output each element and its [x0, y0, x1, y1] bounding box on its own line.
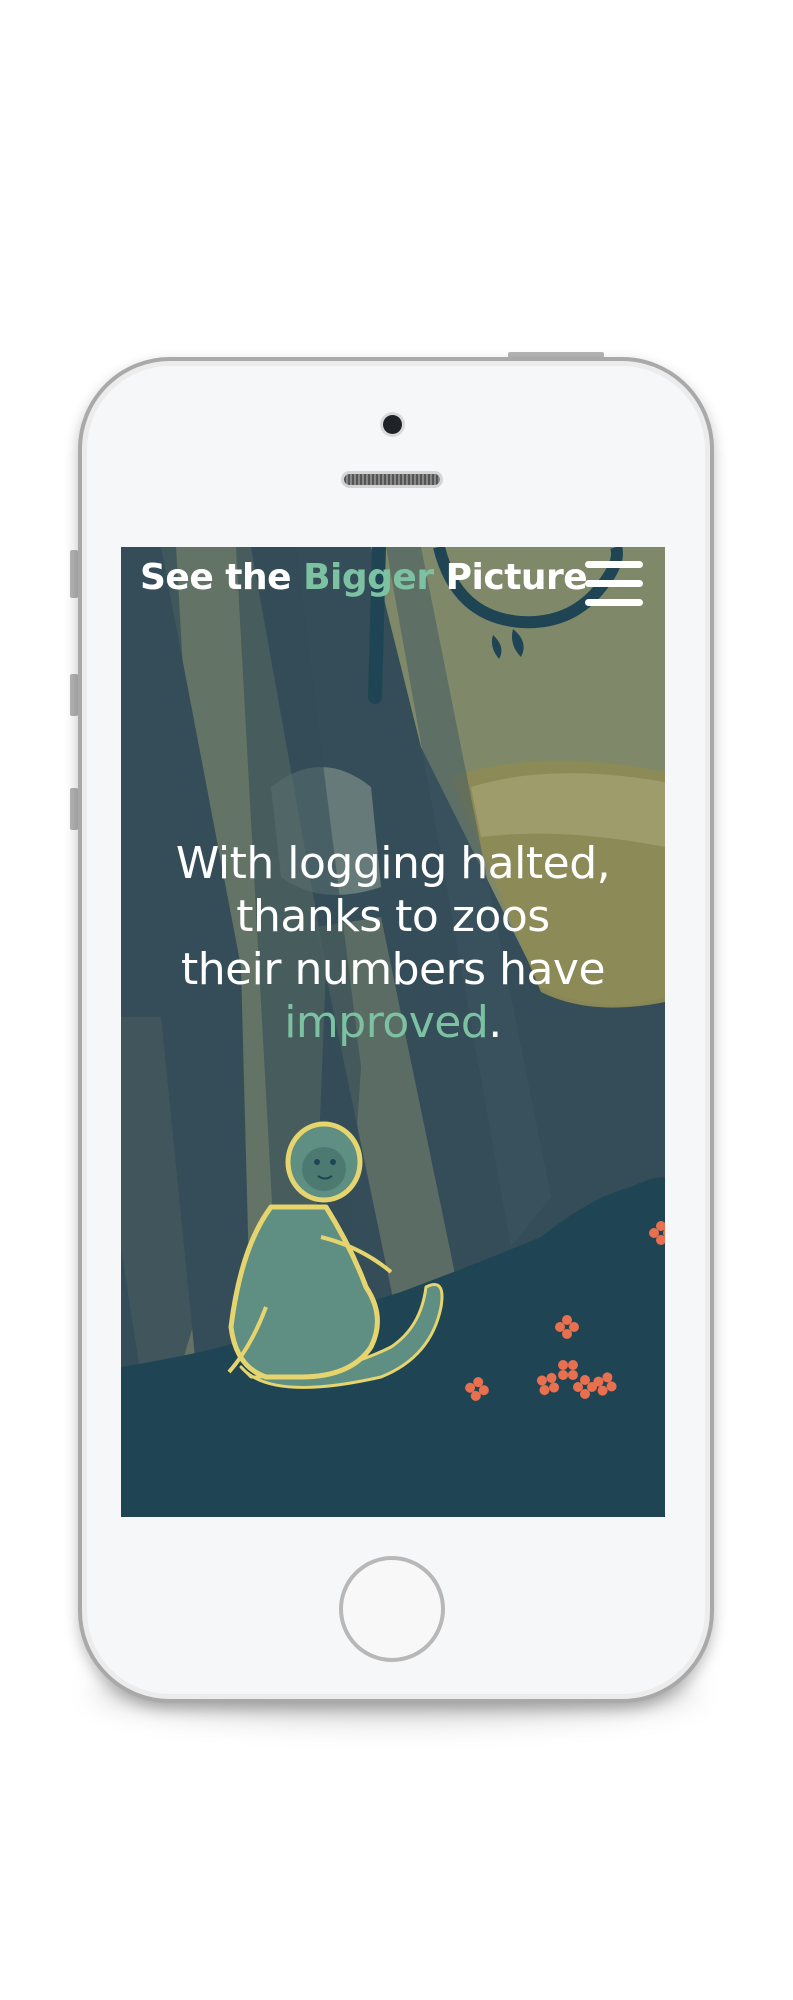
screen: See the Bigger Picture With logging halt… [121, 547, 665, 1517]
headline-line-3: their numbers have [180, 944, 606, 995]
title-part-2: Picture [433, 557, 588, 598]
headline-line-1: With logging halted, [175, 838, 611, 889]
speaker-grille [344, 474, 440, 485]
title-part-1: See the [140, 557, 304, 598]
mute-switch [70, 550, 78, 598]
menu-bar-middle [585, 580, 643, 587]
hero-headline: With logging halted, thanks to zoos thei… [121, 837, 665, 1049]
hamburger-icon[interactable] [585, 561, 643, 607]
headline-line-4: improved. [121, 996, 665, 1049]
device-mockup: See the Bigger Picture With logging halt… [0, 0, 793, 2000]
menu-bar-top [585, 561, 643, 568]
volume-up-button [70, 674, 78, 716]
volume-down-button [70, 788, 78, 830]
headline-end: . [488, 997, 502, 1048]
title-accent: Bigger [303, 557, 434, 598]
camera-icon [383, 415, 402, 434]
headline-line-2: thanks to zoos [236, 891, 550, 942]
headline-accent: improved [284, 997, 489, 1048]
menu-bar-bottom [585, 599, 643, 606]
site-title[interactable]: See the Bigger Picture [140, 557, 588, 598]
home-button [339, 1556, 445, 1662]
